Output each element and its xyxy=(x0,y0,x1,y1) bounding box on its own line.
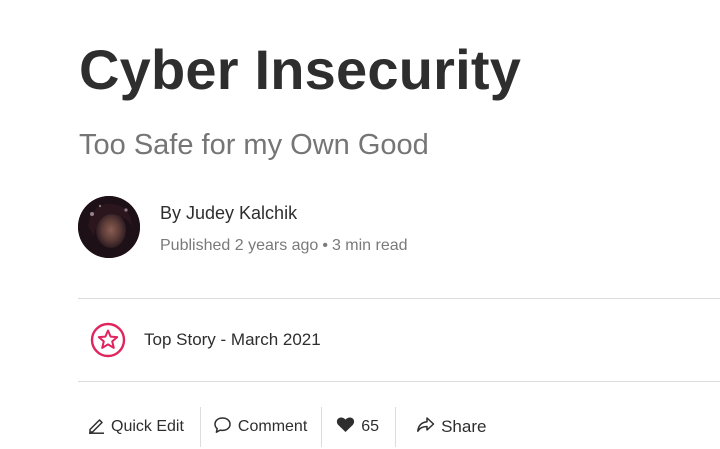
pencil-icon xyxy=(88,416,105,439)
article-page: Cyber Insecurity Too Safe for my Own Goo… xyxy=(0,0,720,449)
quick-edit-label: Quick Edit xyxy=(111,418,184,435)
author-name[interactable]: By Judey Kalchik xyxy=(160,201,297,225)
top-story-badge-text[interactable]: Top Story - March 2021 xyxy=(144,329,321,351)
read-time: 3 min read xyxy=(331,237,408,254)
heart-icon xyxy=(336,416,355,438)
article-action-bar: Quick Edit Comment 65 Share xyxy=(78,406,486,448)
share-label: Share xyxy=(441,417,487,436)
divider-top xyxy=(78,298,720,299)
speech-bubble-icon xyxy=(213,416,232,439)
author-avatar[interactable] xyxy=(78,196,140,258)
article-title: Cyber Insecurity xyxy=(79,38,522,101)
article-meta: Published 2 years ago • 3 min read xyxy=(160,235,408,257)
share-arrow-icon xyxy=(416,416,435,438)
comment-button[interactable]: Comment xyxy=(201,406,321,448)
like-count: 65 xyxy=(361,418,380,435)
share-button[interactable]: Share xyxy=(396,406,486,448)
article-subtitle: Too Safe for my Own Good xyxy=(79,129,429,161)
star-badge-icon xyxy=(90,322,126,358)
published-time: Published 2 years ago xyxy=(160,237,319,254)
divider-bottom xyxy=(78,381,720,382)
meta-separator: • xyxy=(322,237,328,254)
like-button[interactable]: 65 xyxy=(322,406,395,448)
comment-label: Comment xyxy=(237,418,308,435)
quick-edit-button[interactable]: Quick Edit xyxy=(78,406,200,448)
